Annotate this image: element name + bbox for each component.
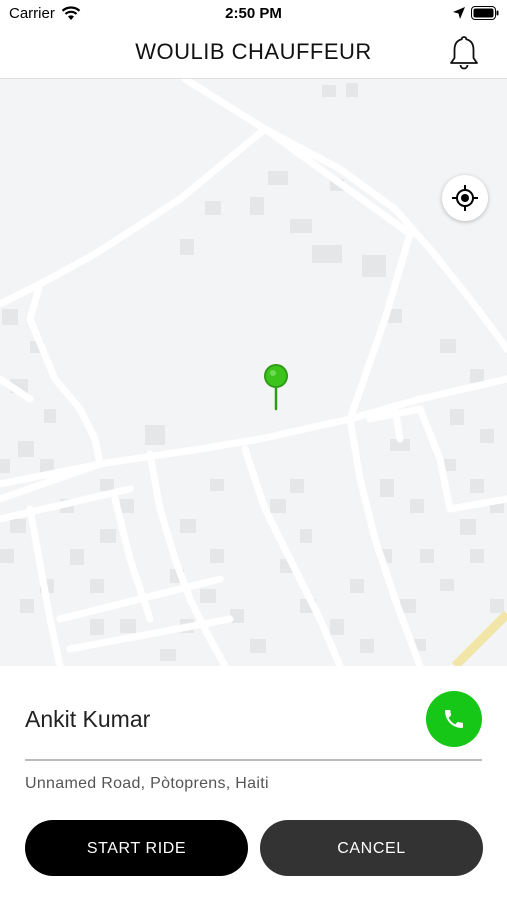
- crosshair-icon: [452, 185, 478, 211]
- location-arrow-icon: [453, 7, 465, 19]
- map-pin-icon[interactable]: [262, 363, 290, 411]
- rider-name: Ankit Kumar: [25, 706, 151, 732]
- pickup-address: Unnamed Road, Pòtoprens, Haiti: [25, 775, 269, 792]
- phone-icon: [445, 710, 463, 728]
- locate-me-button[interactable]: [442, 175, 488, 221]
- header-bar: WOULIB CHAUFFEUR: [0, 28, 507, 79]
- cancel-button[interactable]: CANCEL: [260, 820, 483, 876]
- map-view[interactable]: [0, 79, 507, 666]
- map-streets: [0, 79, 507, 666]
- bell-icon[interactable]: [444, 33, 484, 73]
- status-bar: Carrier 2:50 PM: [0, 0, 507, 28]
- call-button[interactable]: [426, 691, 482, 747]
- status-time: 2:50 PM: [225, 5, 282, 22]
- page-title: WOULIB CHAUFFEUR: [135, 39, 372, 64]
- battery-icon: [471, 6, 499, 20]
- divider: [25, 759, 482, 761]
- start-ride-button[interactable]: START RIDE: [25, 820, 248, 876]
